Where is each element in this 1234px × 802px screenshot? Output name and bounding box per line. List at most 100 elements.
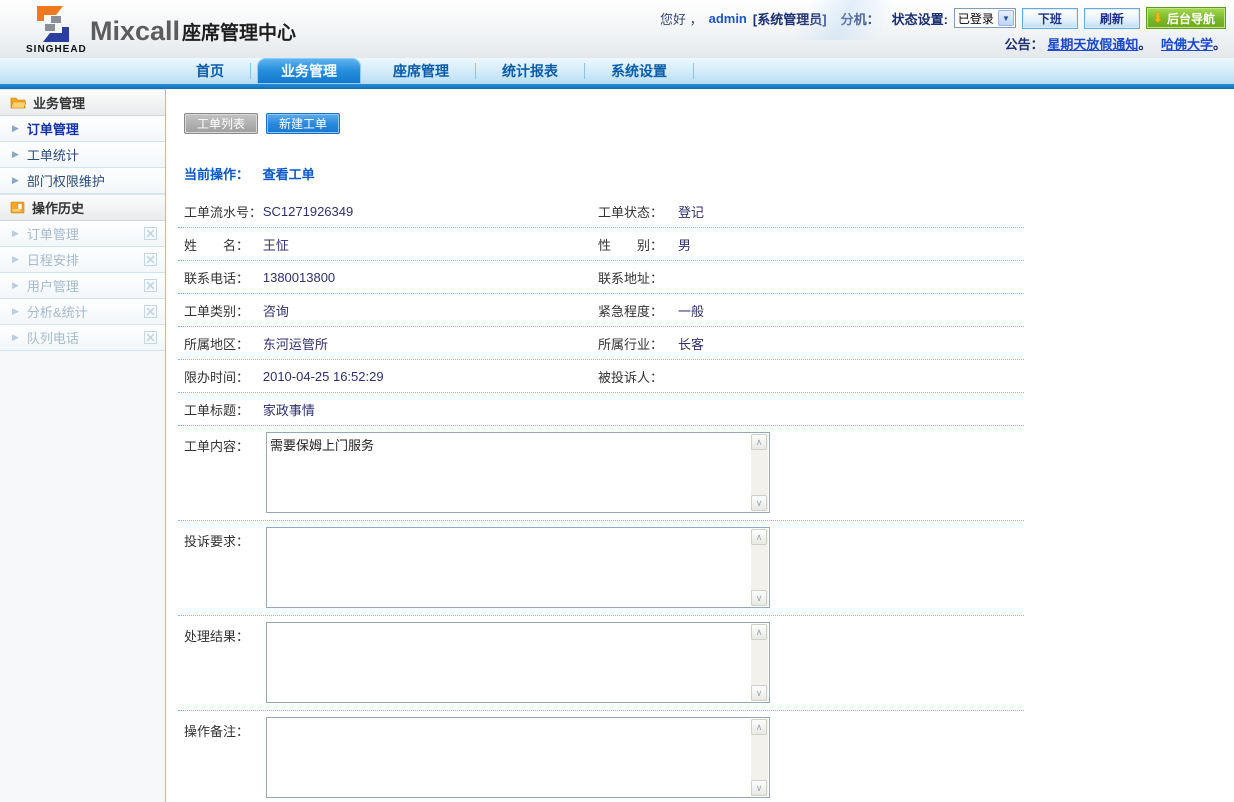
sidebar-item-label: 工单统计 [27, 145, 79, 164]
arrow-right-icon: ▶ [12, 254, 19, 265]
arrow-right-icon: ▶ [12, 332, 19, 343]
phone-value: 1380013800 [263, 270, 598, 285]
sidebar-history-order-mgmt[interactable]: ▶ 订单管理 [0, 221, 165, 247]
scroll-up-icon[interactable]: ∧ [751, 624, 767, 640]
chevron-down-icon[interactable]: ▼ [998, 10, 1014, 26]
scroll-down-icon[interactable]: ∨ [751, 590, 767, 606]
form-row: 处理结果： ∧ ∨ [178, 616, 1024, 711]
product-name: Mixcall [90, 16, 180, 47]
scroll-up-icon[interactable]: ∧ [751, 529, 767, 545]
sidebar-item-label: 日程安排 [27, 250, 79, 269]
ticket-serial-value: SC1271926349 [263, 204, 598, 219]
scrollbar[interactable]: ∧ ∨ [751, 719, 768, 796]
ticket-content-textarea[interactable]: 需要保姆上门服务 ∧ ∨ [266, 432, 770, 513]
tab-home[interactable]: 首页 [170, 58, 250, 84]
close-icon[interactable] [144, 305, 157, 318]
scroll-down-icon[interactable]: ∨ [751, 685, 767, 701]
sidebar-history-schedule[interactable]: ▶ 日程安排 [0, 247, 165, 273]
announcement-link-1[interactable]: 星期天放假通知 [1047, 37, 1138, 52]
scrollbar[interactable]: ∧ ∨ [751, 529, 768, 606]
close-icon[interactable] [144, 253, 157, 266]
new-ticket-button[interactable]: 新建工单 [266, 113, 340, 134]
form-row: 工单内容： 需要保姆上门服务 ∧ ∨ [178, 426, 1024, 521]
sidebar-history-user-mgmt[interactable]: ▶ 用户管理 [0, 273, 165, 299]
down-arrow-icon: ⬇ [1153, 11, 1163, 25]
sidebar-item-label: 分析&统计 [27, 302, 88, 321]
sidebar-history-queue-calls[interactable]: ▶ 队列电话 [0, 325, 165, 351]
field-label: 处理结果： [184, 622, 266, 703]
announcement-label: 公告： [1005, 37, 1044, 52]
sidebar-item-order-mgmt[interactable]: ▶ 订单管理 [0, 116, 165, 142]
form-row: 工单类别：咨询 紧急程度：一般 [178, 294, 1024, 327]
field-label: 所属行业： [598, 334, 678, 353]
username: admin [709, 11, 747, 26]
form-row: 投诉要求： ∧ ∨ [178, 521, 1024, 616]
sidebar-item-ticket-stats[interactable]: ▶ 工单统计 [0, 142, 165, 168]
field-label: 姓 名： [184, 235, 263, 254]
field-label: 操作备注： [184, 717, 266, 798]
field-label: 被投诉人： [598, 367, 678, 386]
current-operation-value: 查看工单 [263, 167, 315, 182]
announcement-dot: 。 [1138, 37, 1151, 52]
sidebar-section-history[interactable]: 操作历史 [0, 194, 165, 221]
field-label: 工单内容： [184, 432, 266, 513]
close-icon[interactable] [144, 279, 157, 292]
sidebar-section-title: 业务管理 [33, 93, 85, 112]
field-label: 所属地区： [184, 334, 263, 353]
nav-separator [693, 63, 694, 79]
sidebar-item-label: 订单管理 [27, 224, 79, 243]
ticket-type-value: 咨询 [263, 301, 598, 320]
scroll-up-icon[interactable]: ∧ [751, 434, 767, 450]
scroll-down-icon[interactable]: ∨ [751, 780, 767, 796]
close-icon[interactable] [144, 331, 157, 344]
ticket-list-button[interactable]: 工单列表 [184, 113, 258, 134]
field-label: 工单类别： [184, 301, 263, 320]
form-row: 姓 名：王怔 性 别：男 [178, 228, 1024, 261]
urgency-value: 一般 [678, 301, 704, 320]
gender-value: 男 [678, 235, 691, 254]
ticket-title-value: 家政事情 [263, 400, 598, 419]
sidebar-item-dept-permission[interactable]: ▶ 部门权限维护 [0, 168, 165, 194]
form-row: 工单流水号：SC1271926349 工单状态：登记 [178, 195, 1024, 228]
product-name-cn: 座席管理中心 [182, 18, 296, 45]
scroll-down-icon[interactable]: ∨ [751, 495, 767, 511]
field-label: 紧急程度： [598, 301, 678, 320]
announcement-link-2[interactable]: 哈佛大学 [1161, 37, 1213, 52]
content-area: 工单列表 新建工单 当前操作： 查看工单 工单流水号：SC1271926349 … [166, 89, 1234, 802]
arrow-right-icon: ▶ [12, 123, 19, 134]
operation-note-textarea[interactable]: ∧ ∨ [266, 717, 770, 798]
tab-reports[interactable]: 统计报表 [476, 58, 584, 84]
tab-business[interactable]: 业务管理 [257, 58, 361, 84]
industry-value: 长客 [678, 334, 704, 353]
handle-result-textarea[interactable]: ∧ ∨ [266, 622, 770, 703]
arrow-right-icon: ▶ [12, 306, 19, 317]
form-row: 所属地区：东河运管所 所属行业：长客 [178, 327, 1024, 360]
sidebar-section-title: 操作历史 [32, 198, 84, 217]
scrollbar[interactable]: ∧ ∨ [751, 624, 768, 701]
brand-logo: SINGHEAD Mixcall 座席管理中心 [26, 4, 296, 55]
arrow-right-icon: ▶ [12, 280, 19, 291]
field-label: 工单标题： [184, 400, 263, 419]
tab-settings[interactable]: 系统设置 [585, 58, 693, 84]
form-row: 工单标题：家政事情 [178, 393, 1024, 426]
announcement-dot: 。 [1213, 37, 1226, 52]
status-select[interactable]: 已登录 ▼ [954, 8, 1016, 28]
scrollbar[interactable]: ∧ ∨ [751, 434, 768, 511]
sidebar-item-label: 订单管理 [27, 119, 79, 138]
sidebar-item-label: 用户管理 [27, 276, 79, 295]
offwork-button[interactable]: 下班 [1022, 8, 1078, 29]
sidebar: 业务管理 ▶ 订单管理 ▶ 工单统计 ▶ 部门权限维护 操作历史 ▶ 订单管理 [0, 89, 166, 802]
sidebar-section-business[interactable]: 业务管理 [0, 89, 165, 116]
backstage-nav-button[interactable]: ⬇ 后台导航 [1146, 7, 1226, 29]
sidebar-history-analytics[interactable]: ▶ 分析&统计 [0, 299, 165, 325]
close-icon[interactable] [144, 227, 157, 240]
scroll-up-icon[interactable]: ∧ [751, 719, 767, 735]
complaint-request-textarea[interactable]: ∧ ∨ [266, 527, 770, 608]
current-operation-label: 当前操作： [184, 167, 249, 182]
greeting-text: 您好 ， [660, 9, 703, 28]
folder-open-icon [10, 96, 26, 109]
sidebar-item-label: 队列电话 [27, 328, 79, 347]
tab-agent[interactable]: 座席管理 [367, 58, 475, 84]
refresh-button[interactable]: 刷新 [1084, 8, 1140, 29]
singhead-logo-icon [31, 4, 75, 44]
